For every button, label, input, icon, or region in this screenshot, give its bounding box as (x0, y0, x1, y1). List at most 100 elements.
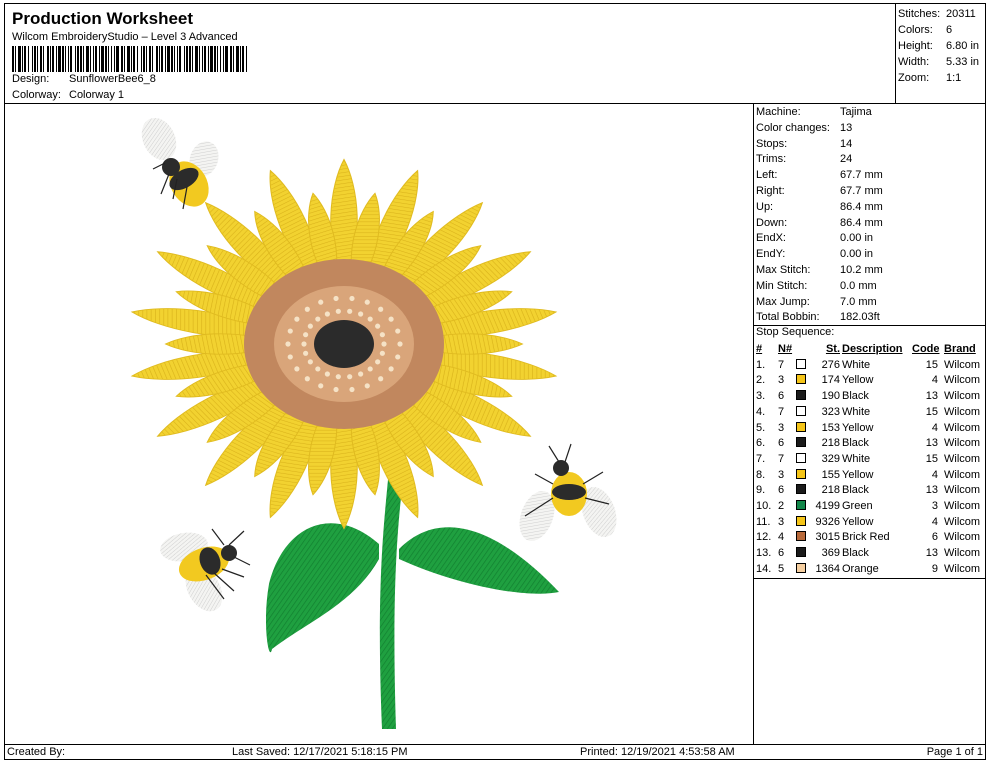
color-swatch (796, 358, 806, 369)
color-swatch (796, 390, 806, 401)
needle-number: 4 (778, 531, 785, 544)
thread-brand: Wilcom (944, 358, 981, 371)
max-stitch-row: Max Stitch: 10.2 mm (756, 263, 883, 276)
color-swatch (796, 531, 806, 542)
created-by: Created By: (7, 746, 66, 758)
stop-number: 12. (756, 531, 772, 544)
color-swatch (796, 468, 806, 479)
table-row: 8. 3 155 Yellow 4 Wilcom (754, 468, 986, 484)
needle-number: 3 (778, 515, 785, 528)
thread-code: 9 (931, 562, 938, 575)
stop-number: 2. (756, 374, 766, 387)
color-description: Yellow (842, 515, 874, 528)
color-swatch-cell (796, 530, 810, 546)
stitch-count: 218 (821, 484, 840, 497)
thread-brand: Wilcom (944, 452, 981, 465)
color-description: Yellow (842, 468, 874, 481)
table-row: 11. 3 9326 Yellow 4 Wilcom (754, 515, 986, 531)
stitch-count: 329 (821, 452, 840, 465)
needle-number: 3 (778, 421, 785, 434)
left-leaf (265, 523, 379, 653)
table-row: 14. 5 1364 Orange 9 Wilcom (754, 562, 986, 578)
color-swatch-cell (796, 562, 810, 578)
needle-number: 7 (778, 358, 785, 371)
color-description: Brick Red (842, 531, 890, 544)
thread-code: 3 (931, 500, 938, 513)
color-description: Black (842, 390, 869, 403)
table-row: 2. 3 174 Yellow 4 Wilcom (754, 373, 986, 389)
stop-number: 11. (756, 515, 771, 528)
color-swatch (796, 500, 806, 511)
color-description: Yellow (842, 421, 874, 434)
needle-number: 2 (778, 500, 785, 513)
color-swatch (796, 405, 806, 416)
stat-colors: Colors: 6 (898, 24, 953, 36)
table-row: 12. 4 3015 Brick Red 6 Wilcom (754, 530, 986, 546)
color-swatch-cell (796, 483, 810, 499)
color-swatch-cell (796, 421, 810, 437)
table-row: 6. 6 218 Black 13 Wilcom (754, 436, 986, 452)
page-number: Page 1 of 1 (926, 746, 983, 758)
stop-number: 5. (756, 421, 766, 434)
thread-brand: Wilcom (944, 500, 981, 513)
thread-code: 13 (925, 547, 938, 560)
color-description: White (842, 405, 871, 418)
color-description: White (842, 358, 871, 371)
table-row: 10. 2 4199 Green 3 Wilcom (754, 499, 986, 515)
color-swatch (796, 515, 806, 526)
stop-sequence-table: # N# St. Description Code Brand 1. 7 276 Wh… (754, 342, 986, 578)
trims-row: Trims: 24 (756, 153, 853, 166)
stitch-count: 155 (821, 468, 840, 481)
stop-number: 13. (756, 547, 772, 560)
stops-row: Stops: 14 (756, 137, 853, 150)
stitch-count: 323 (821, 405, 840, 418)
stop-number: 3. (756, 390, 766, 403)
needle-number: 3 (778, 374, 785, 387)
table-row: 1. 7 276 White 15 Wilcom (754, 358, 986, 374)
stat-width: Width: 5.33 in (898, 56, 980, 68)
table-row: 7. 7 329 White 15 Wilcom (754, 452, 986, 468)
color-swatch (796, 547, 806, 558)
thread-brand: Wilcom (944, 374, 981, 387)
table-bottom-line (754, 578, 986, 579)
worksheet-header: Production Worksheet Wilcom EmbroiderySt… (4, 3, 896, 104)
color-swatch-cell (796, 436, 810, 452)
color-swatch (796, 374, 806, 385)
thread-code: 4 (931, 421, 938, 434)
thread-code: 15 (925, 358, 938, 371)
min-stitch-row: Min Stitch: 0.0 mm (756, 279, 877, 292)
thread-code: 4 (931, 515, 938, 528)
right-row: Right: 67.7 mm (756, 184, 883, 197)
endy-row: EndY: 0.00 in (756, 248, 874, 261)
color-swatch-cell (796, 452, 810, 468)
color-swatch-cell (796, 389, 810, 405)
design-stats: Stitches: 20311 Colors: 6 Height: 6.80 in W… (896, 3, 986, 104)
stitch-count: 153 (821, 421, 840, 434)
left-row: Left: 67.7 mm (756, 169, 883, 182)
color-swatch (796, 562, 806, 573)
needle-number: 6 (778, 437, 785, 450)
machine-info-panel: Machine: Tajima Color changes: 13 Stops: 14… (754, 104, 986, 744)
needle-number: 5 (778, 562, 785, 575)
color-swatch-cell (796, 546, 810, 562)
bee-right (519, 443, 617, 542)
thread-brand: Wilcom (944, 515, 981, 528)
stop-number: 1. (756, 358, 766, 371)
thread-brand: Wilcom (944, 437, 981, 450)
max-jump-row: Max Jump: 7.0 mm (756, 295, 877, 308)
table-row: 5. 3 153 Yellow 4 Wilcom (754, 421, 986, 437)
stop-number: 10. (756, 500, 772, 513)
color-swatch (796, 437, 806, 448)
stitch-count: 174 (821, 374, 840, 387)
thread-code: 13 (925, 390, 938, 403)
color-description: Yellow (842, 374, 874, 387)
thread-code: 4 (931, 468, 938, 481)
color-description: White (842, 452, 871, 465)
thread-brand: Wilcom (944, 390, 981, 403)
stitch-count: 369 (821, 547, 840, 560)
design-label: Design: (12, 73, 50, 85)
needle-number: 6 (778, 484, 785, 497)
needle-number: 7 (778, 452, 785, 465)
bee-bottom-left (160, 528, 251, 612)
page-title: Production Worksheet (12, 9, 194, 28)
